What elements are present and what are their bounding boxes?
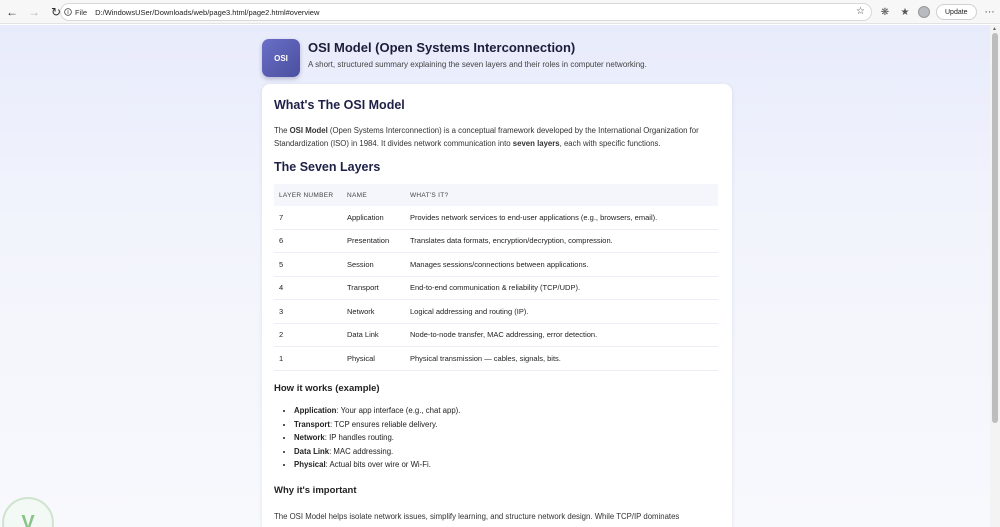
overview-heading: What's The OSI Model [274, 98, 405, 112]
address-url[interactable]: D:/WindowsUSer/Downloads/web/page3.html/… [95, 8, 319, 17]
table-header: LAYER NUMBER NAME WHAT'S IT? [274, 184, 718, 206]
layer-number: 7 [279, 212, 284, 222]
overview-paragraph: The OSI Model (Open Systems Interconnect… [274, 126, 699, 148]
layer-number: 1 [279, 353, 284, 363]
address-bar[interactable]: File D:/WindowsUSer/Downloads/web/page3.… [60, 3, 872, 21]
scrollbar-thumb[interactable] [992, 33, 998, 423]
col-name: NAME [347, 191, 367, 199]
watermark-logo-icon: V [2, 497, 54, 527]
why-heading: Why it's important [274, 485, 357, 496]
info-icon[interactable] [61, 8, 75, 16]
favorite-star-icon[interactable]: ☆ [856, 6, 865, 17]
page-scrollbar[interactable]: ▲ [990, 25, 1000, 527]
list-item: Data Link: MAC addressing. [294, 445, 460, 459]
table-row: 4 Transport End-to-end communication & r… [274, 277, 718, 300]
update-button[interactable]: Update [936, 4, 977, 20]
col-layer-number: LAYER NUMBER [279, 191, 334, 199]
layer-number: 6 [279, 236, 284, 246]
layer-name: Transport [347, 283, 379, 293]
layer-description: Provides network services to end-user ap… [410, 212, 658, 222]
layer-description: Node-to-node transfer, MAC addressing, e… [410, 330, 598, 340]
layer-description: Translates data formats, encryption/decr… [410, 236, 613, 246]
address-scheme-label: File [75, 7, 88, 17]
favorites-icon[interactable]: ★ [898, 5, 912, 19]
layers-table: LAYER NUMBER NAME WHAT'S IT? 7 Applicati… [274, 184, 718, 371]
layer-name: Presentation [347, 236, 390, 246]
back-icon[interactable]: ← [2, 2, 22, 22]
osi-logo: OSI [262, 39, 300, 77]
how-heading: How it works (example) [274, 383, 380, 394]
list-item: Transport: TCP ensures reliable delivery… [294, 418, 460, 432]
table-row: 3 Network Logical addressing and routing… [274, 300, 718, 324]
layer-name: Data Link [347, 330, 379, 340]
list-item: Application: Your app interface (e.g., c… [294, 404, 460, 418]
layer-description: Logical addressing and routing (IP). [410, 306, 529, 316]
how-list: Application: Your app interface (e.g., c… [294, 404, 460, 472]
forward-icon[interactable]: → [24, 2, 44, 22]
page-title: OSI Model (Open Systems Interconnection) [308, 40, 576, 55]
layer-name: Session [347, 259, 374, 269]
page-subtitle: A short, structured summary explaining t… [308, 60, 647, 69]
page-header: OSI OSI Model (Open Systems Interconnect… [262, 39, 732, 79]
table-row: 1 Physical Physical transmission — cable… [274, 347, 718, 371]
table-row: 2 Data Link Node-to-node transfer, MAC a… [274, 324, 718, 347]
layer-description: Manages sessions/connections between app… [410, 259, 589, 269]
page-viewport: OSI OSI Model (Open Systems Interconnect… [0, 25, 990, 527]
profile-avatar[interactable] [918, 6, 930, 18]
layer-description: Physical transmission — cables, signals,… [410, 353, 561, 363]
more-menu-icon[interactable]: ⋯ [983, 5, 997, 19]
layer-number: 2 [279, 330, 284, 340]
table-row: 7 Application Provides network services … [274, 206, 718, 230]
layer-name: Physical [347, 353, 375, 363]
scroll-up-icon[interactable]: ▲ [992, 26, 997, 32]
extensions-icon[interactable]: ❋ [878, 5, 892, 19]
list-item: Network: IP handles routing. [294, 431, 460, 445]
table-row: 6 Presentation Translates data formats, … [274, 230, 718, 253]
why-paragraph: The OSI Model helps isolate network issu… [274, 512, 680, 521]
layer-description: End-to-end communication & reliability (… [410, 283, 581, 293]
layer-number: 3 [279, 306, 284, 316]
table-row: 5 Session Manages sessions/connections b… [274, 253, 718, 277]
layers-heading: The Seven Layers [274, 160, 381, 174]
layer-number: 5 [279, 259, 284, 269]
list-item: Physical: Actual bits over wire or Wi-Fi… [294, 458, 460, 472]
layer-number: 4 [279, 283, 284, 293]
content-card: What's The OSI Model The OSI Model (Open… [262, 84, 732, 527]
browser-toolbar: ← → ↻ File D:/WindowsUSer/Downloads/web/… [0, 0, 1000, 24]
layer-name: Network [347, 306, 375, 316]
col-description: WHAT'S IT? [410, 191, 449, 199]
layer-name: Application [347, 212, 384, 222]
